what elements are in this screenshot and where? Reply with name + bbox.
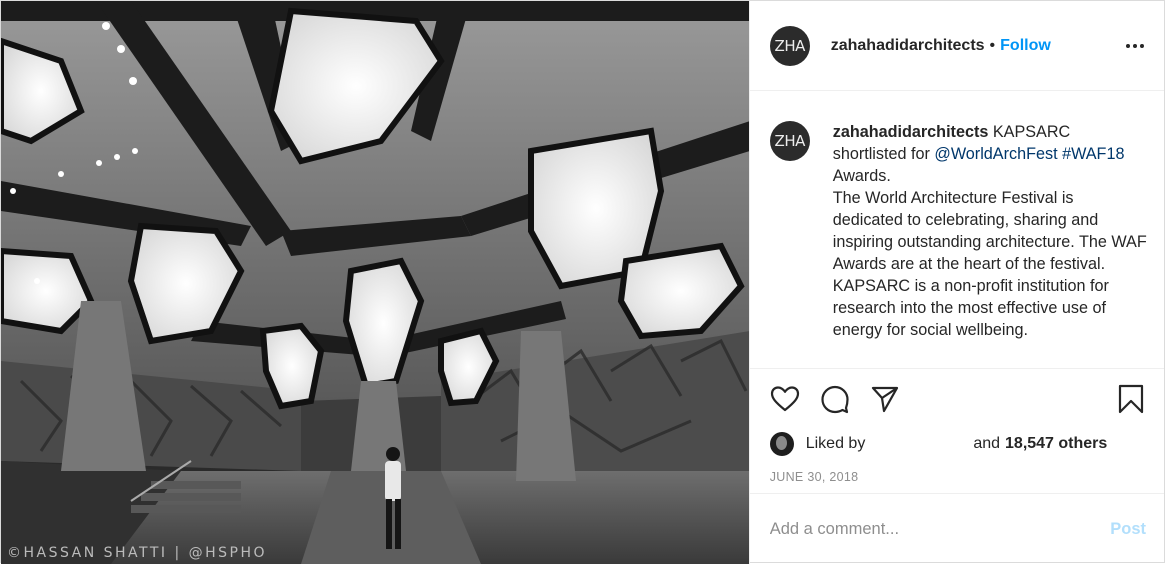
liker-avatar[interactable] bbox=[769, 432, 794, 456]
more-options-icon[interactable] bbox=[1124, 38, 1146, 54]
post-comment-button[interactable]: Post bbox=[1110, 520, 1146, 539]
mention-link[interactable]: @WorldArchFest bbox=[934, 145, 1057, 163]
liked-by-label: Liked by bbox=[805, 435, 866, 452]
likes-and-label: and bbox=[973, 435, 1001, 452]
more-dot bbox=[1126, 43, 1130, 48]
header-username[interactable]: zahahadidarchitects bbox=[831, 37, 985, 55]
comments-section[interactable]: ZHA zahahadidarchitects KAPSARC shortlis… bbox=[749, 91, 1164, 369]
add-comment-bar: Post bbox=[749, 493, 1164, 564]
follow-button[interactable]: Follow bbox=[1000, 37, 1051, 55]
comment-input[interactable] bbox=[769, 519, 1111, 539]
caption-username[interactable]: zahahadidarchitects bbox=[833, 123, 989, 141]
heart-icon[interactable] bbox=[770, 384, 800, 414]
likes-count[interactable]: 18,547 others bbox=[1005, 435, 1107, 453]
caption-text-2: Awards. bbox=[832, 167, 891, 185]
caption-paragraph-2: The World Architecture Festival is dedic… bbox=[832, 189, 1147, 273]
profile-avatar[interactable]: ZHA bbox=[769, 25, 810, 66]
caption-line-1: zahahadidarchitects KAPSARC shortlisted … bbox=[833, 121, 1148, 187]
architecture-photo bbox=[1, 1, 749, 564]
post-date[interactable]: JUNE 30, 2018 bbox=[750, 459, 1164, 493]
photo-watermark: ©HASSAN SHATTI | @HSPHO bbox=[7, 545, 268, 561]
post-photo[interactable]: ©HASSAN SHATTI | @HSPHO bbox=[1, 1, 749, 564]
more-dot bbox=[1140, 43, 1144, 48]
paper-plane-icon[interactable] bbox=[870, 384, 900, 414]
post-header: ZHA zahahadidarchitects • Follow bbox=[749, 1, 1164, 91]
bookmark-icon[interactable] bbox=[1116, 384, 1146, 414]
post-caption: zahahadidarchitects KAPSARC shortlisted … bbox=[833, 121, 1148, 368]
caption-paragraph-3: KAPSARC is a non-profit institution for … bbox=[832, 277, 1109, 339]
more-dot bbox=[1133, 43, 1137, 48]
separator-dot: • bbox=[989, 36, 996, 54]
caption-avatar[interactable]: ZHA bbox=[769, 121, 810, 161]
instagram-post: ©HASSAN SHATTI | @HSPHO ZHA zahahadidarc… bbox=[0, 0, 1165, 564]
post-sidebar: ZHA zahahadidarchitects • Follow ZHA zah… bbox=[748, 1, 1164, 564]
hashtag-link[interactable]: #WAF18 bbox=[1062, 145, 1124, 163]
action-bar bbox=[750, 369, 1164, 429]
comment-icon[interactable] bbox=[820, 384, 850, 414]
likes-row: Liked by and 18,547 others bbox=[750, 429, 1164, 459]
